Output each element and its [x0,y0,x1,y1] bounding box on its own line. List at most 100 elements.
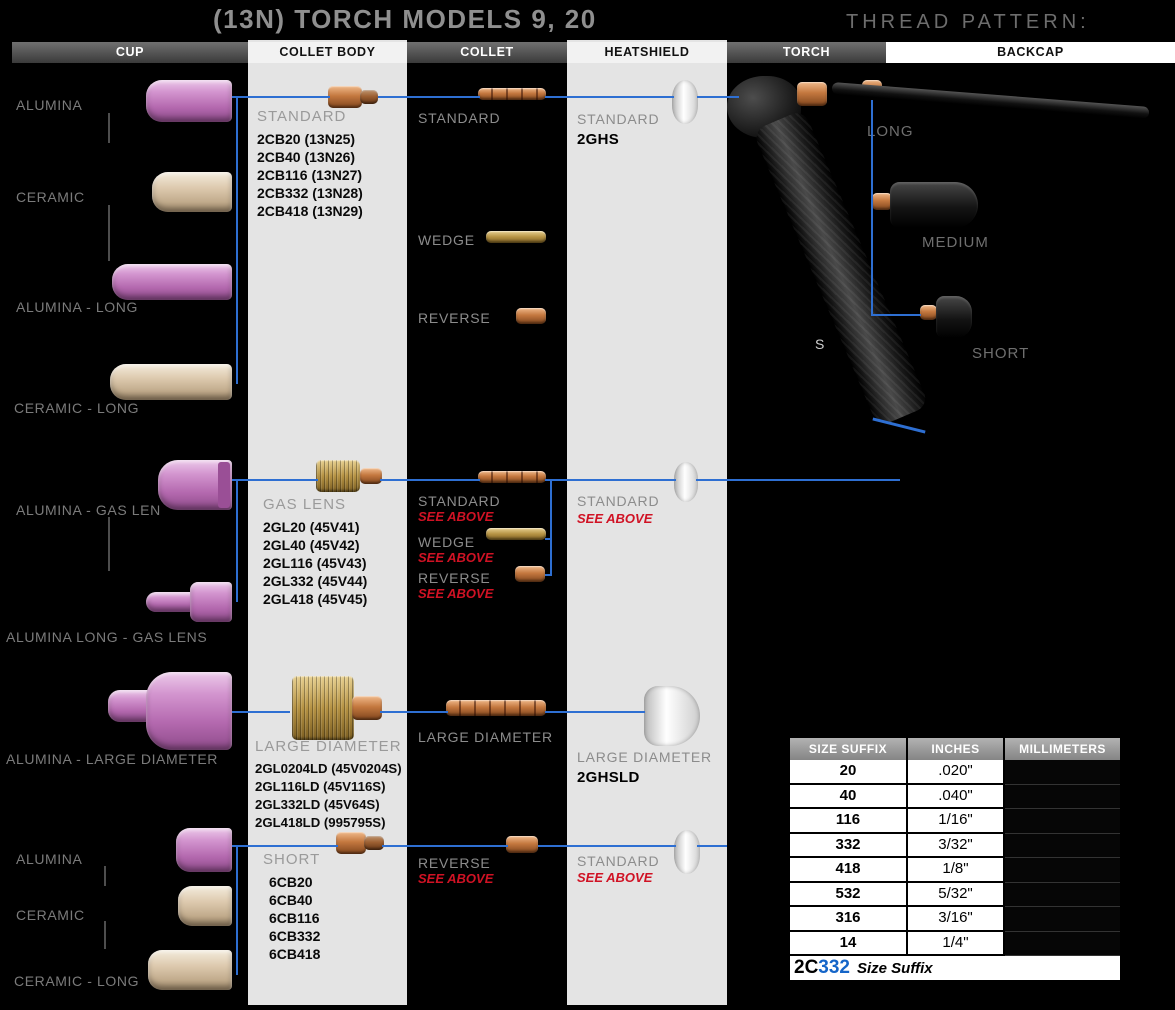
collet-wedge-image [486,231,546,243]
part-tip [360,90,378,104]
connector-line [871,100,873,315]
table-row: 40 .040" [790,785,1120,810]
collet-standard-image [478,88,546,100]
backcap-short-label: SHORT [972,345,1029,362]
connector-line [871,314,921,316]
cup-image-alumina-short [176,828,232,872]
collet-reverse2-image [515,566,545,582]
millimeters-cell [1005,785,1120,810]
connector-line [382,845,508,847]
heatshield-standard2-label: STANDARD [577,493,659,509]
part-number: 6CB116 [263,909,320,927]
connector-line [545,538,552,540]
millimeters-cell [1005,858,1120,883]
cup-image-ceramic-long [110,364,232,400]
size-suffix-cell: 316 [790,907,908,932]
heatshield-standard3-image [674,830,700,874]
collet-wedge2-see-above: SEE ABOVE [418,550,493,565]
backcap-thread [872,193,892,210]
part-body [328,86,362,108]
part-number: 2GL418 (45V45) [263,590,367,608]
connector-line [380,479,480,481]
collet-reverse2-label: REVERSE [418,570,491,586]
page-title: (13N) TORCH MODELS 9, 20 [213,4,597,35]
connector-line [545,96,674,98]
size-suffix-cell: 532 [790,883,908,908]
cup-image-alumina-long-gas-lens [146,582,232,622]
collet-body-short-section: SHORT 6CB20 6CB40 6CB116 6CB332 6CB418 [263,851,320,963]
heatshield-standard3-label: STANDARD [577,853,659,869]
size-suffix-cell: 40 [790,785,908,810]
column-header-torch: TORCH [727,42,886,63]
heatshield-standard2-image [674,462,698,502]
collet-large-diameter-image [446,700,546,716]
cup-label-alumina-short: ALUMINA [16,851,82,867]
heatshield-standard3-see-above: SEE ABOVE [577,870,652,885]
label-tick [104,921,106,949]
connector-line [380,711,448,713]
cup-label-ceramic-long-short: CERAMIC - LONG [14,973,139,989]
label-tick [108,205,110,261]
example-prefix: 2C [794,957,818,978]
label-tick [104,866,106,886]
part-number: 2GL116LD (45V116S) [255,778,402,796]
cup-body [190,582,232,622]
collet-body-large-diameter-section: LARGE DIAMETER 2GL0204LD (45V0204S) 2GL1… [255,738,402,832]
label-tick [108,113,110,143]
torch-fitting [797,82,827,106]
cup-image-ceramic [152,172,232,212]
cup-label-alumina: ALUMINA [16,97,82,113]
collet-body-short-image [336,828,384,858]
cup-image-alumina [146,80,232,122]
table-row: 418 1/8" [790,858,1120,883]
inches-cell: .020" [908,760,1005,785]
collet-reverse2-see-above: SEE ABOVE [418,586,493,601]
column-header-collet-body: COLLET BODY [248,42,407,63]
cup-label-ceramic-short: CERAMIC [16,907,85,923]
cup-label-ceramic: CERAMIC [16,189,85,205]
column-header-heatshield: HEATSHIELD [567,42,727,63]
size-suffix-cell: 116 [790,809,908,834]
part-number: 2GL332LD (45V64S) [255,796,402,814]
connector-line [236,845,238,975]
part-tip [352,696,382,720]
column-header-backcap: BACKCAP [886,42,1175,63]
cup-label-alumina-long: ALUMINA - LONG [16,299,138,315]
cup-image-ceramic-long-short [148,950,232,990]
heatshield-standard-image [672,80,698,124]
cup-neck [146,592,194,612]
torch-text-fragment: S [815,336,824,352]
connector-line [545,574,552,576]
backcap-long-rod [832,82,1150,119]
table-row: 532 5/32" [790,883,1120,908]
millimeters-cell [1005,809,1120,834]
size-suffix-cell: 332 [790,834,908,859]
backcap-body [890,182,978,228]
part-number: 2GL332 (45V44) [263,572,367,590]
collet-reverse-image [516,308,546,324]
torch-handle [752,109,929,427]
part-number: 2GL40 (45V42) [263,536,367,554]
millimeters-cell [1005,907,1120,932]
part-body [316,460,360,492]
collet-large-diameter-label: LARGE DIAMETER [418,729,553,745]
cup-image-alumina-large-diameter [108,672,232,750]
cup-label-alumina-large-diameter: ALUMINA - LARGE DIAMETER [6,751,218,767]
collet-body-gas-lens-section: GAS LENS 2GL20 (45V41) 2GL40 (45V42) 2GL… [263,496,367,608]
inches-cell: 3/32" [908,834,1005,859]
cup-image-alumina-long [112,264,232,300]
part-number: 6CB332 [263,927,320,945]
cup-label-alumina-long-gas-lens: ALUMINA LONG - GAS LENS [6,629,207,645]
parts-diagram: (13N) TORCH MODELS 9, 20 THREAD PATTERN:… [0,0,1175,1010]
table-row: 20 .020" [790,760,1120,785]
part-number: 6CB418 [263,945,320,963]
collet-wedge2-label: WEDGE [418,534,475,550]
collet-standard2-image [478,471,546,483]
size-suffix-cell: 20 [790,760,908,785]
connector-line [232,479,318,481]
inches-cell: 5/32" [908,883,1005,908]
connector-line [232,845,338,847]
collet-body-large-diameter-image [288,676,382,740]
connector-line [236,479,238,602]
backcap-long-label: LONG [867,123,914,140]
